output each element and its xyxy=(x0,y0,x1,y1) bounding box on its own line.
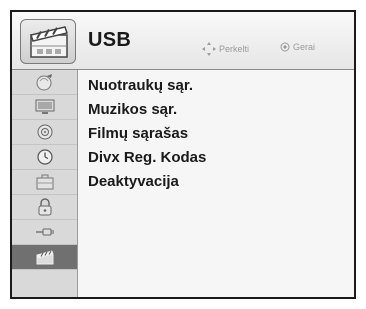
lock-icon xyxy=(38,198,51,216)
clock-icon xyxy=(36,149,53,165)
ok-button-icon xyxy=(280,42,290,52)
usb-clapper-icon xyxy=(35,250,54,265)
sidebar-item-options[interactable] xyxy=(12,170,77,195)
move-hint: Perkelti xyxy=(202,42,249,56)
speaker-icon xyxy=(37,124,52,140)
sidebar-item-audio[interactable] xyxy=(12,120,77,145)
picture-icon xyxy=(36,74,52,91)
menu-item-deactivation[interactable]: Deaktyvacija xyxy=(88,170,206,194)
menu-item-music-list[interactable]: Muzikos sąr. xyxy=(88,98,206,122)
menu-item-movie-list[interactable]: Filmų sąrašas xyxy=(88,122,206,146)
sidebar-item-lock[interactable] xyxy=(12,195,77,220)
category-sidebar xyxy=(12,70,78,297)
screen-icon xyxy=(35,99,54,114)
move-hint-label: Perkelti xyxy=(219,44,250,54)
ok-hint-label: Gerai xyxy=(293,42,316,52)
sidebar-item-input[interactable] xyxy=(12,220,77,245)
sidebar-item-screen[interactable] xyxy=(12,95,77,120)
sidebar-item-picture[interactable] xyxy=(12,70,77,95)
usb-menu-list: Nuotraukų sąr. Muzikos sąr. Filmų sąraša… xyxy=(88,74,206,194)
sidebar-item-usb[interactable] xyxy=(12,245,77,270)
plug-icon xyxy=(35,228,54,236)
menu-item-photo-list[interactable]: Nuotraukų sąr. xyxy=(88,74,206,98)
menu-item-divx-reg-code[interactable]: Divx Reg. Kodas xyxy=(88,146,206,170)
menu-header: USB Perkelti Gerai xyxy=(12,12,354,70)
toolbox-icon xyxy=(36,174,53,190)
usb-clapper-icon xyxy=(20,19,76,64)
sidebar-item-time[interactable] xyxy=(12,145,77,170)
ok-hint: Gerai xyxy=(280,42,315,52)
tv-menu-window: USB Perkelti Gerai Nuotraukų sąr. Muziko… xyxy=(10,10,356,299)
navigation-arrows-icon xyxy=(202,42,216,56)
page-title: USB xyxy=(88,29,132,51)
